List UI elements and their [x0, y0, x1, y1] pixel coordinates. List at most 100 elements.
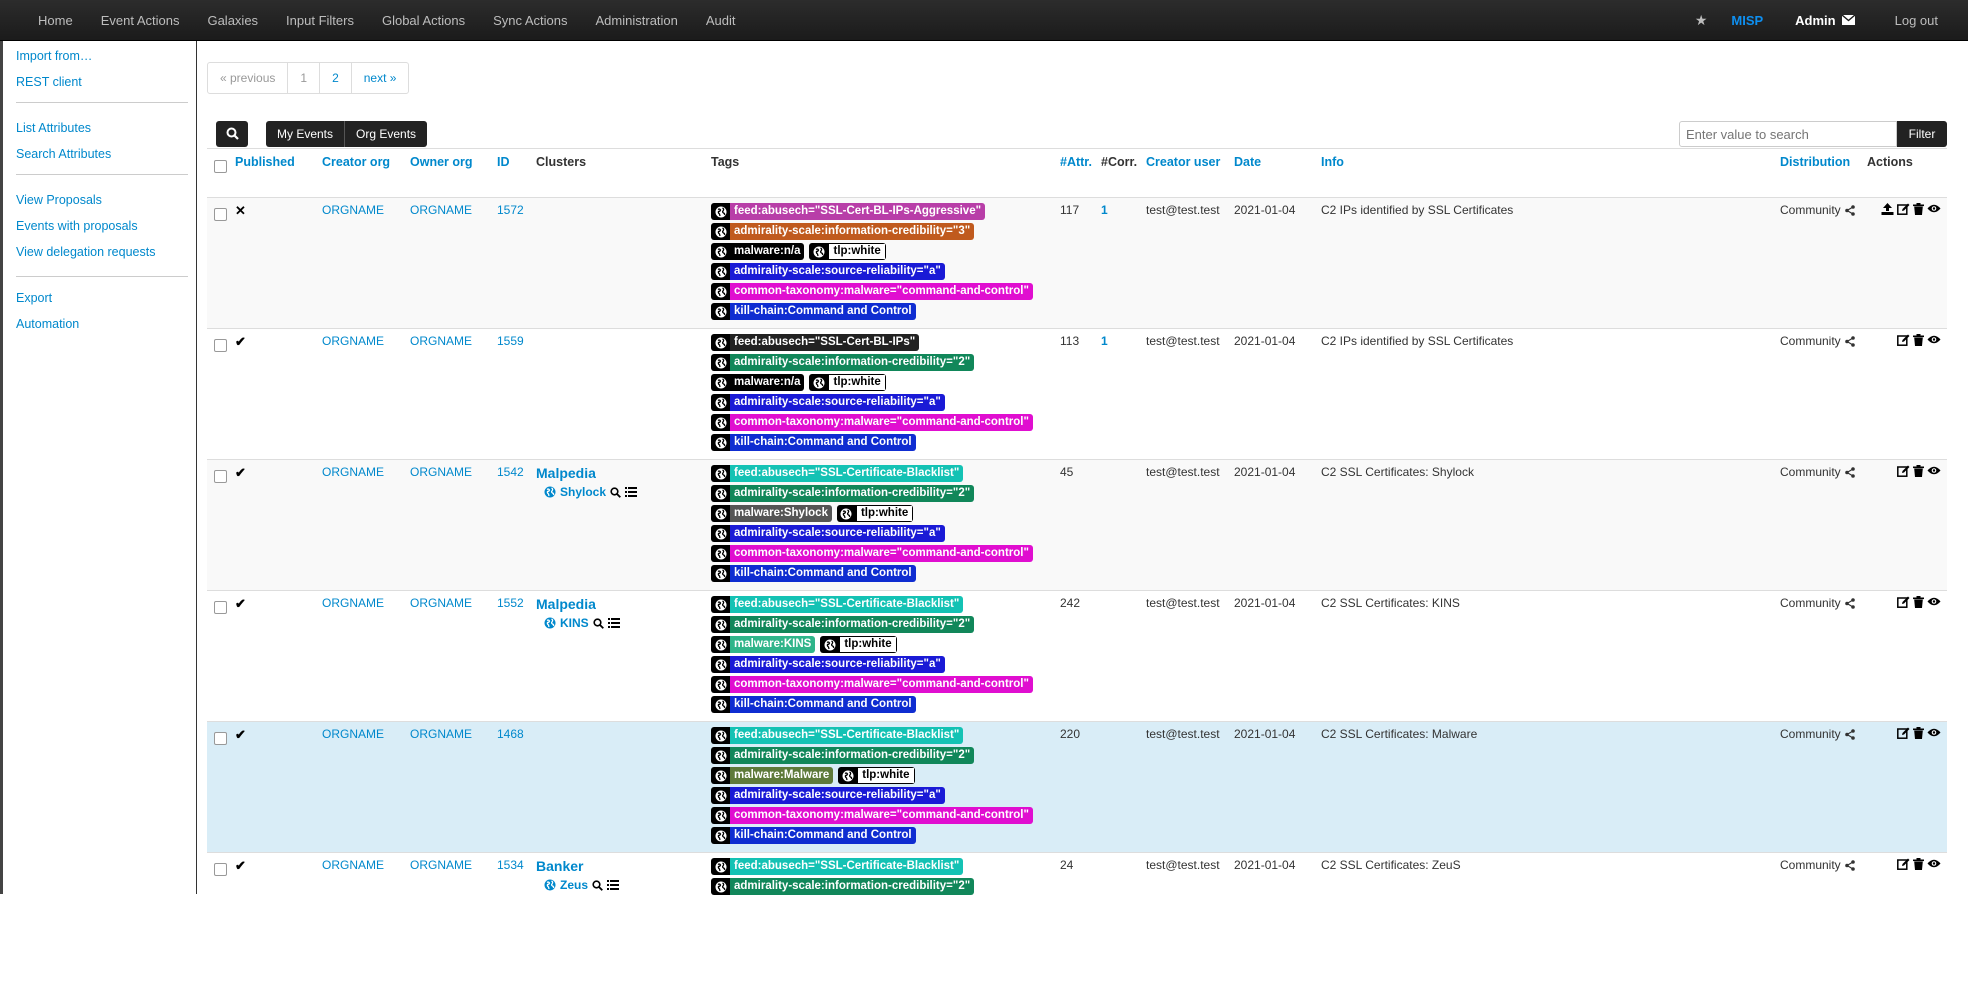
tag[interactable]: admirality-scale:source-reliability="a" — [711, 525, 945, 542]
nav-item[interactable]: Global Actions — [368, 0, 479, 41]
tag[interactable]: feed:abusech="SSL-Certificate-Blacklist" — [711, 727, 964, 744]
edit-icon[interactable] — [1897, 596, 1910, 611]
delete-icon[interactable] — [1913, 203, 1924, 218]
page-1-link[interactable]: 1 — [288, 63, 321, 93]
sidebar-item-import[interactable]: Import from… — [16, 49, 92, 63]
col-attr[interactable]: #Attr. — [1056, 148, 1097, 198]
table-row[interactable]: ✔ ORGNAME ORGNAME 1542 Malpedia Shylock feed:a… — [207, 459, 1947, 591]
publish-icon[interactable] — [1881, 203, 1894, 218]
tag[interactable]: admirality-scale:information-credibility… — [711, 485, 975, 502]
tag[interactable]: malware:KINS — [711, 636, 816, 653]
tag[interactable]: kill-chain:Command and Control — [711, 434, 916, 451]
sidebar-item-delegation-requests[interactable]: View delegation requests — [16, 245, 155, 259]
nav-item[interactable]: Input Filters — [272, 0, 368, 41]
creator-org-link[interactable]: ORGNAME — [322, 727, 384, 741]
edit-icon[interactable] — [1897, 465, 1910, 480]
tag[interactable]: feed:abusech="SSL-Cert-BL-IPs" — [711, 334, 920, 351]
search-toggle-button[interactable] — [216, 121, 248, 147]
correlation-count[interactable]: 1 — [1101, 334, 1108, 348]
nav-item[interactable]: Audit — [692, 0, 750, 41]
view-icon[interactable] — [1927, 334, 1941, 349]
star-icon[interactable]: ★ — [1695, 12, 1708, 29]
delete-icon[interactable] — [1913, 727, 1924, 742]
user-link[interactable]: Admin — [1795, 13, 1835, 28]
list-icon[interactable] — [607, 618, 620, 628]
event-id-link[interactable]: 1468 — [497, 727, 524, 741]
envelope-icon[interactable] — [1841, 13, 1856, 28]
cluster-value-link[interactable]: Shylock — [560, 485, 606, 499]
creator-org-link[interactable]: ORGNAME — [322, 858, 384, 872]
table-row[interactable]: ✔ ORGNAME ORGNAME 1552 Malpedia KINS feed:abus… — [207, 590, 1947, 722]
tag[interactable]: feed:abusech="SSL-Certificate-Blacklist" — [711, 465, 964, 482]
sidebar-item-search-attributes[interactable]: Search Attributes — [16, 147, 111, 161]
tag[interactable]: admirality-scale:information-credibility… — [711, 878, 975, 895]
creator-org-link[interactable]: ORGNAME — [322, 334, 384, 348]
row-checkbox[interactable] — [214, 470, 227, 483]
tag[interactable]: tlp:white — [820, 636, 897, 653]
prev-page-link[interactable]: « previous — [208, 63, 289, 93]
cluster-value-link[interactable]: KINS — [560, 616, 589, 630]
owner-org-link[interactable]: ORGNAME — [410, 334, 472, 348]
col-published[interactable]: Published — [231, 148, 318, 198]
list-icon[interactable] — [625, 487, 638, 497]
event-id-link[interactable]: 1534 — [497, 858, 524, 872]
view-icon[interactable] — [1927, 727, 1941, 742]
view-icon[interactable] — [1927, 203, 1941, 218]
view-icon[interactable] — [1927, 465, 1941, 480]
edit-icon[interactable] — [1897, 858, 1910, 873]
nav-item[interactable]: Administration — [582, 0, 692, 41]
table-row[interactable]: ✔ ORGNAME ORGNAME 1468 feed:abusech="SSL-Cer… — [207, 721, 1947, 853]
tag[interactable]: common-taxonomy:malware="command-and-con… — [711, 414, 1033, 431]
sidebar-item-list-attributes[interactable]: List Attributes — [16, 121, 91, 135]
event-id-link[interactable]: 1552 — [497, 596, 524, 610]
select-all-checkbox[interactable] — [214, 160, 227, 173]
tag[interactable]: kill-chain:Command and Control — [711, 303, 916, 320]
delete-icon[interactable] — [1913, 858, 1924, 873]
col-creator-org[interactable]: Creator org — [318, 148, 406, 198]
tag[interactable]: malware:Shylock — [711, 505, 832, 522]
tag[interactable]: admirality-scale:source-reliability="a" — [711, 263, 945, 280]
edit-icon[interactable] — [1897, 334, 1910, 349]
tag[interactable]: tlp:white — [836, 505, 914, 522]
delete-icon[interactable] — [1913, 596, 1924, 611]
col-distribution[interactable]: Distribution — [1776, 148, 1863, 198]
event-id-link[interactable]: 1542 — [497, 465, 524, 479]
sidebar-item-events-with-proposals[interactable]: Events with proposals — [16, 219, 138, 233]
row-checkbox[interactable] — [214, 339, 227, 352]
tag[interactable]: feed:abusech="SSL-Cert-BL-IPs-Aggressive… — [711, 203, 986, 220]
nav-item[interactable]: Galaxies — [193, 0, 272, 41]
cluster-name[interactable]: Malpedia — [536, 465, 707, 481]
search-input[interactable] — [1679, 121, 1897, 147]
row-checkbox[interactable] — [214, 601, 227, 614]
tag[interactable]: malware:n/a — [711, 243, 805, 260]
edit-icon[interactable] — [1897, 727, 1910, 742]
cluster-value-link[interactable]: Zeus — [560, 878, 588, 892]
logout-link[interactable]: Log out — [1895, 13, 1938, 28]
search-icon[interactable] — [592, 879, 603, 891]
cluster-name[interactable]: Banker — [536, 858, 707, 874]
event-id-link[interactable]: 1572 — [497, 203, 524, 217]
tag[interactable]: admirality-scale:information-credibility… — [711, 223, 975, 240]
brand-link[interactable]: MISP — [1731, 13, 1763, 28]
col-creator-user[interactable]: Creator user — [1142, 148, 1230, 198]
creator-org-link[interactable]: ORGNAME — [322, 465, 384, 479]
tag[interactable]: common-taxonomy:malware="command-and-con… — [711, 545, 1033, 562]
filter-button[interactable]: Filter — [1897, 121, 1947, 147]
creator-org-link[interactable]: ORGNAME — [322, 203, 384, 217]
col-owner-org[interactable]: Owner org — [406, 148, 493, 198]
next-page-link[interactable]: next » — [352, 63, 409, 93]
col-id[interactable]: ID — [493, 148, 532, 198]
sidebar-item-export[interactable]: Export — [16, 291, 52, 305]
list-icon[interactable] — [607, 880, 620, 890]
owner-org-link[interactable]: ORGNAME — [410, 203, 472, 217]
col-date[interactable]: Date — [1230, 148, 1317, 198]
tag[interactable]: common-taxonomy:malware="command-and-con… — [711, 283, 1033, 300]
owner-org-link[interactable]: ORGNAME — [410, 858, 472, 872]
tag[interactable]: admirality-scale:source-reliability="a" — [711, 787, 945, 804]
event-id-link[interactable]: 1559 — [497, 334, 524, 348]
nav-item[interactable]: Event Actions — [87, 0, 194, 41]
tag[interactable]: feed:abusech="SSL-Certificate-Blacklist" — [711, 596, 964, 613]
table-row[interactable]: ✔ ORGNAME ORGNAME 1534 Banker Zeus feed:abusec… — [207, 852, 1947, 984]
tag[interactable]: admirality-scale:source-reliability="a" — [711, 394, 945, 411]
tag[interactable]: kill-chain:Command and Control — [711, 696, 916, 713]
